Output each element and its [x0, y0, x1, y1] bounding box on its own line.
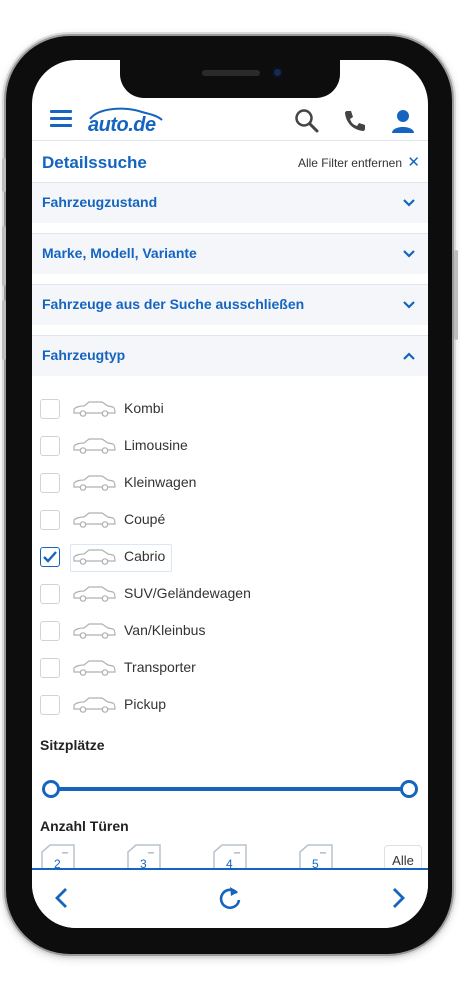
phone-side-button [2, 226, 6, 286]
car-icon [72, 586, 116, 602]
vehicle-type-checkbox[interactable] [40, 584, 60, 604]
accordion-fahrzeugtyp[interactable]: Fahrzeugtyp [32, 335, 428, 376]
vehicle-type-label: Kleinwagen [124, 474, 197, 490]
accordion-label: Marke, Modell, Variante [42, 245, 197, 261]
accordion-ausschliessen[interactable]: Fahrzeuge aus der Suche ausschließen [32, 284, 428, 325]
vehicle-type-checkbox[interactable] [40, 436, 60, 456]
door-option[interactable]: 3 [126, 844, 162, 871]
car-icon [72, 660, 116, 676]
phone-side-button [454, 250, 458, 340]
vehicle-type-label: SUV/Geländewagen [124, 585, 251, 601]
phone-notch [120, 58, 340, 98]
accordion-label: Fahrzeugzustand [42, 194, 158, 210]
doors-label: Anzahl Türen [40, 818, 129, 834]
car-icon [72, 512, 116, 528]
bottom-nav-bar [32, 868, 428, 928]
speaker [202, 70, 260, 76]
car-icon [72, 549, 116, 565]
chevron-down-icon [403, 301, 415, 309]
page-title: Detailssuche [42, 153, 147, 172]
accordion-marke-modell[interactable]: Marke, Modell, Variante [32, 233, 428, 274]
top-bar: auto.de [32, 100, 428, 140]
phone-side-button [2, 158, 6, 192]
close-icon[interactable]: ✕ [407, 153, 420, 171]
vehicle-type-checkbox[interactable] [40, 547, 60, 567]
vehicle-type-row[interactable]: Pickup [32, 687, 428, 724]
user-icon[interactable] [390, 108, 416, 134]
car-icon [72, 697, 116, 713]
car-icon [72, 623, 116, 639]
door-option[interactable]: 5 [298, 844, 334, 871]
vehicle-type-label: Transporter [124, 659, 196, 675]
vehicle-type-checkbox[interactable] [40, 399, 60, 419]
refresh-icon[interactable] [216, 884, 244, 912]
logo[interactable]: auto.de [84, 106, 164, 136]
door-option[interactable]: 4 [212, 844, 248, 871]
vehicle-type-row[interactable]: Transporter [32, 650, 428, 687]
chevron-up-icon [403, 352, 415, 360]
vehicle-type-checkbox[interactable] [40, 510, 60, 530]
car-icon [72, 438, 116, 454]
accordion-fahrzeugzustand[interactable]: Fahrzeugzustand [32, 182, 428, 223]
vehicle-type-row[interactable]: Cabrio [32, 539, 428, 576]
chevron-right-icon[interactable] [384, 884, 412, 912]
phone-icon[interactable] [342, 108, 368, 134]
vehicle-type-label: Coupé [124, 511, 166, 527]
door-option[interactable]: 2 [40, 844, 76, 871]
phone-side-button [2, 300, 6, 360]
vehicle-type-row[interactable]: Van/Kleinbus [32, 613, 428, 650]
accordion-label: Fahrzeuge aus der Suche ausschließen [42, 296, 305, 312]
seats-slider-track[interactable] [50, 787, 410, 791]
chevron-left-icon[interactable] [48, 884, 76, 912]
vehicle-type-checkbox[interactable] [40, 473, 60, 493]
vehicle-type-label: Kombi [124, 400, 164, 416]
seats-slider-max-handle[interactable] [400, 780, 418, 798]
vehicle-type-checkbox[interactable] [40, 621, 60, 641]
car-icon [72, 475, 116, 491]
vehicle-type-row[interactable]: Kombi [32, 391, 428, 428]
filter-title-row: Detailssuche Alle Filter entfernen ✕ [32, 140, 428, 185]
vehicle-type-checkbox[interactable] [40, 695, 60, 715]
vehicle-type-label: Cabrio [124, 548, 166, 564]
menu-icon[interactable] [50, 110, 72, 128]
camera [272, 67, 283, 78]
screen: auto.de Detailssuche Alle Filter entfern… [32, 60, 428, 928]
accordion-label: Fahrzeugtyp [42, 347, 126, 363]
logo-text: auto.de [88, 114, 156, 136]
vehicle-type-row[interactable]: Limousine [32, 428, 428, 465]
vehicle-type-row[interactable]: Kleinwagen [32, 465, 428, 502]
chevron-down-icon [403, 250, 415, 258]
chevron-down-icon [403, 199, 415, 207]
vehicle-type-row[interactable]: Coupé [32, 502, 428, 539]
seats-label: Sitzplätze [40, 737, 105, 753]
vehicle-type-label: Limousine [124, 437, 188, 453]
search-icon[interactable] [294, 108, 320, 134]
vehicle-type-label: Van/Kleinbus [124, 622, 206, 638]
vehicle-type-label: Pickup [124, 696, 167, 712]
vehicle-type-row[interactable]: SUV/Geländewagen [32, 576, 428, 613]
clear-filters-link[interactable]: Alle Filter entfernen [298, 156, 402, 170]
vehicle-type-checkbox[interactable] [40, 658, 60, 678]
car-icon [72, 401, 116, 417]
seats-slider-min-handle[interactable] [42, 780, 60, 798]
